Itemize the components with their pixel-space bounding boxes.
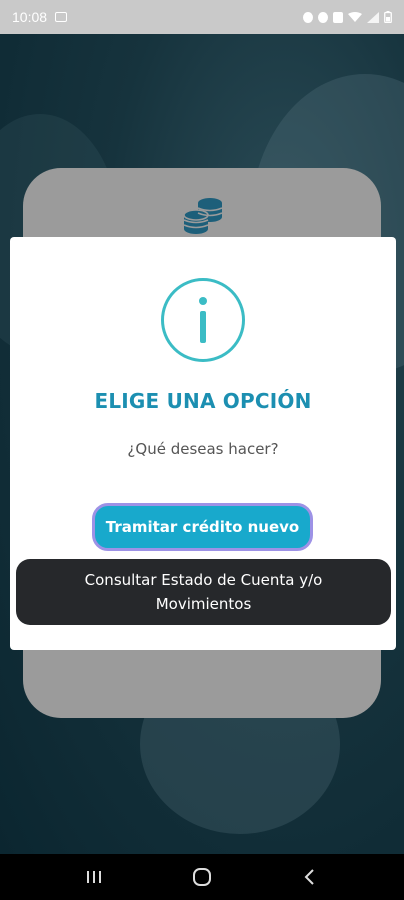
coins-icon [183,198,223,234]
home-icon [193,868,211,886]
info-icon [161,278,245,362]
home-button[interactable] [182,857,222,897]
back-icon [304,869,314,885]
status-left: 10:08 [12,9,68,25]
dialog-message: ¿Qué deseas hacer? [127,440,279,458]
account-status-button[interactable]: Consultar Estado de Cuenta y/o Movimient… [16,559,391,625]
battery-icon [384,11,392,23]
recents-icon [87,871,101,883]
status-bar: 10:08 [0,0,404,34]
recents-button[interactable] [74,857,114,897]
notification-icon [303,11,313,23]
status-right [303,11,392,23]
alarm-icon [318,11,328,23]
mute-icon [333,11,343,23]
back-button[interactable] [290,857,330,897]
wifi-icon [348,11,362,22]
image-icon [55,12,68,22]
navigation-bar [0,854,404,900]
new-credit-button[interactable]: Tramitar crédito nuevo [92,503,313,551]
dialog-title: ELIGE UNA OPCIÓN [94,389,312,413]
status-time: 10:08 [12,9,48,25]
signal-icon [367,11,379,23]
